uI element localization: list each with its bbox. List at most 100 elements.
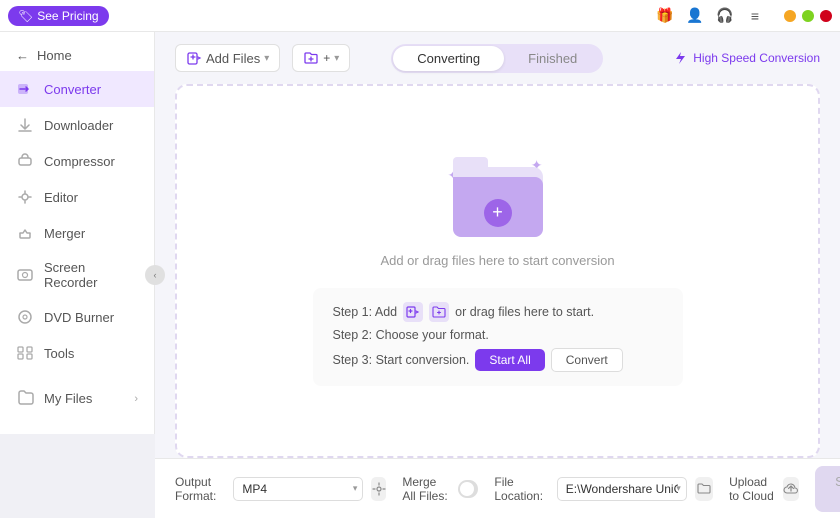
add-files-button[interactable]: Add Files ▾ xyxy=(175,44,280,72)
main-content: Add Files ▾ + ▾ Converting Finished xyxy=(155,32,840,518)
my-files-chevron: › xyxy=(134,393,138,405)
start-all-step-button[interactable]: Start All xyxy=(475,349,544,371)
my-files-label: My Files xyxy=(44,391,92,406)
step-add-files-icon[interactable] xyxy=(403,302,423,322)
my-files-item[interactable]: My Files › xyxy=(16,379,138,418)
screen-recorder-icon xyxy=(16,266,34,284)
add-folder-label: + xyxy=(323,51,330,65)
merger-icon xyxy=(16,224,34,242)
merge-all-label: Merge All Files: xyxy=(402,475,450,503)
tab-finished[interactable]: Finished xyxy=(504,46,601,71)
screen-recorder-label: Screen Recorder xyxy=(44,260,138,290)
steps-panel: Step 1: Add or dra xyxy=(313,288,683,386)
editor-label: Editor xyxy=(44,190,78,205)
dvd-burner-icon xyxy=(16,308,34,326)
merge-section: Merge All Files: xyxy=(402,475,478,503)
sidebar-item-compressor[interactable]: Compressor xyxy=(0,143,154,179)
format-settings-icon[interactable] xyxy=(371,477,386,501)
merge-toggle[interactable] xyxy=(458,480,478,498)
tab-converting[interactable]: Converting xyxy=(393,46,504,71)
step-3-label: Step 3: Start conversion. xyxy=(333,353,470,367)
app-body: ← Home Converter xyxy=(0,32,840,518)
file-path-select[interactable]: E:\Wondershare UniConverter 1 xyxy=(557,477,687,501)
compressor-label: Compressor xyxy=(44,154,115,169)
upload-cloud-section: Upload to Cloud xyxy=(729,475,799,503)
step-1-row: Step 1: Add or dra xyxy=(333,302,663,322)
tag-icon: 🏷 xyxy=(18,9,33,23)
format-select-wrap: MP4 MOV AVI MKV ▾ xyxy=(233,477,363,501)
tools-label: Tools xyxy=(44,346,74,361)
sidebar-item-editor[interactable]: Editor xyxy=(0,179,154,215)
dvd-burner-label: DVD Burner xyxy=(44,310,114,325)
step-add-folder-icon[interactable] xyxy=(429,302,449,322)
sidebar: ← Home Converter xyxy=(0,32,155,434)
converter-icon xyxy=(16,80,34,98)
file-path-wrap: E:\Wondershare UniConverter 1 ▾ xyxy=(557,477,687,501)
sidebar-collapse-button[interactable]: ‹ xyxy=(145,265,165,285)
start-all-button[interactable]: Start All xyxy=(815,466,840,512)
maximize-button[interactable] xyxy=(802,10,814,22)
step-2-row: Step 2: Choose your format. xyxy=(333,328,663,342)
folder-plus-icon: + xyxy=(484,199,512,227)
drop-area[interactable]: ✦ ✦ + Add or drag files here to start co… xyxy=(175,84,820,458)
pricing-button[interactable]: 🏷 See Pricing xyxy=(8,6,109,26)
home-label: Home xyxy=(37,48,72,63)
drop-instruction: Add or drag files here to start conversi… xyxy=(380,253,614,268)
editor-icon xyxy=(16,188,34,206)
upload-cloud-icon[interactable] xyxy=(783,477,799,501)
close-button[interactable] xyxy=(820,10,832,22)
output-format-section: Output Format: MP4 MOV AVI MKV ▾ xyxy=(175,475,386,503)
window-controls xyxy=(784,10,832,22)
output-format-label: Output Format: xyxy=(175,475,225,503)
upload-cloud-label: Upload to Cloud xyxy=(729,475,775,503)
gift-icon[interactable]: 🎁 xyxy=(656,7,674,25)
sidebar-footer: My Files › xyxy=(0,371,154,426)
sidebar-item-screen-recorder[interactable]: Screen Recorder xyxy=(0,251,154,299)
convert-button[interactable]: Convert xyxy=(551,348,623,372)
browse-folder-icon[interactable] xyxy=(695,477,713,501)
headset-icon[interactable]: 🎧 xyxy=(716,7,734,25)
sidebar-wrap: ← Home Converter xyxy=(0,32,155,518)
compressor-icon xyxy=(16,152,34,170)
downloader-icon xyxy=(16,116,34,134)
bottombar: Output Format: MP4 MOV AVI MKV ▾ xyxy=(155,458,840,518)
step-3-row: Step 3: Start conversion. Start All Conv… xyxy=(333,348,663,372)
folder-front: + xyxy=(453,177,543,237)
pricing-label: See Pricing xyxy=(37,9,98,23)
sidebar-item-downloader[interactable]: Downloader xyxy=(0,107,154,143)
downloader-label: Downloader xyxy=(44,118,113,133)
sidebar-item-dvd-burner[interactable]: DVD Burner xyxy=(0,299,154,335)
sidebar-item-tools[interactable]: Tools xyxy=(0,335,154,371)
topbar: Add Files ▾ + ▾ Converting Finished xyxy=(155,32,840,84)
menu-icon[interactable]: ≡ xyxy=(746,7,764,25)
lightning-icon xyxy=(673,51,687,65)
high-speed-conversion[interactable]: High Speed Conversion xyxy=(673,51,820,65)
tools-icon xyxy=(16,344,34,362)
my-files-icon xyxy=(16,388,34,409)
sidebar-item-converter[interactable]: Converter xyxy=(0,71,154,107)
sidebar-item-home[interactable]: ← Home xyxy=(0,40,154,71)
add-files-label: Add Files xyxy=(206,51,260,66)
add-files-icon xyxy=(186,50,202,66)
back-icon: ← xyxy=(16,48,29,63)
add-files-chevron: ▾ xyxy=(264,53,269,64)
titlebar-icons: 🎁 👤 🎧 ≡ xyxy=(656,7,832,25)
titlebar: 🏷 See Pricing 🎁 👤 🎧 ≡ xyxy=(0,0,840,32)
folder-icon: ✦ ✦ + xyxy=(448,157,548,237)
high-speed-label: High Speed Conversion xyxy=(693,51,820,65)
tab-group: Converting Finished xyxy=(391,44,603,73)
add-folder-chevron: ▾ xyxy=(334,53,339,64)
step-2-label: Step 2: Choose your format. xyxy=(333,328,489,342)
merger-label: Merger xyxy=(44,226,85,241)
file-location-section: File Location: E:\Wondershare UniConvert… xyxy=(494,475,713,503)
add-folder-icon xyxy=(303,50,319,66)
converter-label: Converter xyxy=(44,82,101,97)
format-select[interactable]: MP4 MOV AVI MKV xyxy=(233,477,363,501)
step-1-label: Step 1: Add xyxy=(333,305,398,319)
add-folder-button[interactable]: + ▾ xyxy=(292,44,350,72)
user-icon[interactable]: 👤 xyxy=(686,7,704,25)
minimize-button[interactable] xyxy=(784,10,796,22)
sidebar-item-merger[interactable]: Merger xyxy=(0,215,154,251)
step-1-suffix: or drag files here to start. xyxy=(455,305,594,319)
file-location-label: File Location: xyxy=(494,475,548,503)
